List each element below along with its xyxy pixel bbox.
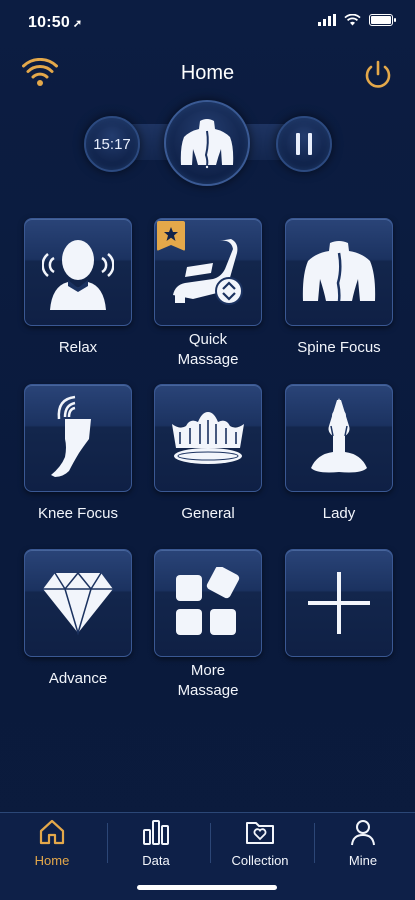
- tile-spine-focus-button[interactable]: [285, 218, 393, 326]
- tab-label: Mine: [348, 853, 378, 868]
- home-icon: [39, 819, 65, 845]
- tab-label: Data: [142, 853, 170, 868]
- star-icon: [164, 227, 178, 241]
- tab-label: Collection: [231, 853, 289, 868]
- tile-label: More Massage: [177, 662, 239, 699]
- tile-advance-button[interactable]: [24, 549, 132, 657]
- power-icon: [365, 60, 391, 88]
- pause-button[interactable]: [276, 116, 332, 172]
- tile-lady[interactable]: Lady: [284, 384, 394, 524]
- tile-label: General: [181, 505, 235, 522]
- tile-general-button[interactable]: [154, 384, 262, 492]
- wifi-status-icon: [344, 14, 361, 26]
- user-icon: [351, 820, 375, 846]
- folder-heart-icon: [246, 822, 274, 844]
- tab-mine[interactable]: Mine: [313, 817, 413, 873]
- bar-chart-icon: [143, 820, 169, 845]
- timer-text: 15:17: [93, 135, 131, 153]
- page-title: Home: [180, 62, 235, 84]
- timer-display: 15:17: [84, 116, 140, 172]
- location-arrow-icon: ➚: [72, 18, 83, 30]
- home-screen: 10:50 ➚ Home 15:17 Relax Quick Massage S…: [0, 0, 415, 900]
- status-time-text: 10:50: [28, 14, 70, 31]
- tile-label: Spine Focus: [297, 339, 381, 356]
- power-button[interactable]: [361, 58, 395, 92]
- tile-label: Relax: [58, 339, 98, 356]
- tile-knee-focus[interactable]: Knee Focus: [23, 384, 133, 524]
- tile-more-massage-button[interactable]: [154, 549, 262, 657]
- tile-quick-massage-button[interactable]: [154, 218, 262, 326]
- tab-home[interactable]: Home: [2, 817, 102, 873]
- tile-label: Quick Massage: [177, 331, 239, 368]
- tab-label: Home: [34, 853, 70, 868]
- tile-relax-button[interactable]: [24, 218, 132, 326]
- head-massage-icon: [42, 240, 114, 310]
- tab-data[interactable]: Data: [106, 817, 206, 873]
- grid-blocks-icon: [176, 567, 240, 635]
- status-icons: [318, 14, 396, 26]
- meditation-lady-icon: [311, 398, 367, 473]
- body-position-button[interactable]: [164, 100, 250, 186]
- diamond-icon: [43, 571, 113, 635]
- tile-label: Advance: [48, 670, 108, 687]
- upper-body-icon: [180, 119, 234, 169]
- add-mode-button[interactable]: [285, 549, 393, 657]
- tile-label: Knee Focus: [37, 505, 119, 522]
- tile-general[interactable]: General: [153, 384, 263, 524]
- pause-icon: [296, 133, 312, 155]
- status-time: 10:50 ➚: [28, 14, 82, 32]
- crown-icon: [172, 412, 244, 464]
- tile-advance[interactable]: Advance: [23, 549, 133, 689]
- cellular-signal-icon: [318, 14, 336, 26]
- tile-knee-focus-button[interactable]: [24, 384, 132, 492]
- tile-relax[interactable]: Relax: [23, 218, 133, 358]
- knee-leg-icon: [51, 395, 91, 477]
- tile-more-massage[interactable]: More Massage: [153, 549, 263, 701]
- status-bar: 10:50 ➚: [0, 0, 415, 44]
- tile-spine-focus[interactable]: Spine Focus: [284, 218, 394, 358]
- tile-lady-button[interactable]: [285, 384, 393, 492]
- massage-control-strip: 15:17: [0, 100, 415, 188]
- spine-back-icon: [302, 241, 376, 302]
- tile-quick-massage[interactable]: Quick Massage: [153, 218, 263, 370]
- battery-icon: [369, 14, 396, 26]
- tile-label: Lady: [322, 505, 356, 522]
- tab-collection[interactable]: Collection: [210, 817, 310, 873]
- home-indicator[interactable]: [137, 885, 277, 890]
- plus-icon: [308, 572, 370, 634]
- tile-add[interactable]: [284, 549, 394, 669]
- header: Home: [0, 50, 415, 96]
